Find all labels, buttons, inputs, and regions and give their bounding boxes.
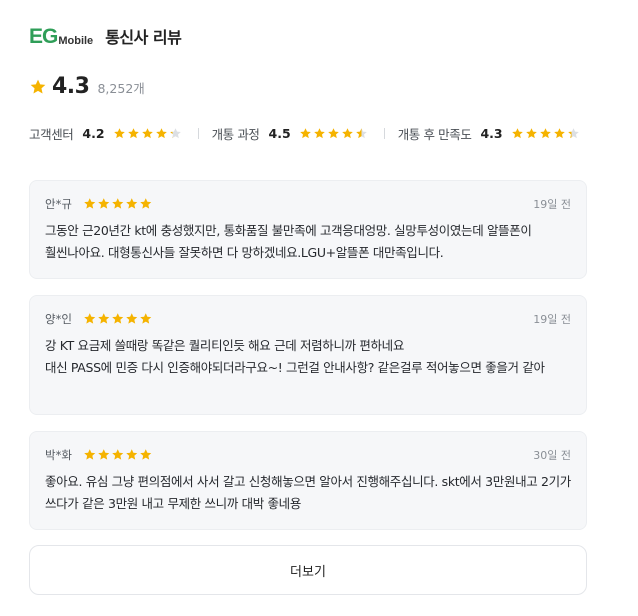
star-icon	[341, 127, 353, 138]
star-icon	[98, 313, 110, 324]
review-text: 강 KT 요금제 쓸때랑 똑같은 퀄리티인듯 해요 근데 저렴하니까 편하네요 …	[45, 338, 545, 375]
star-icon	[511, 127, 523, 138]
review-card: 박*화 30일 전 좋아요. 유심 그냥 편의점에서 사서 갈고 신청해놓으면 …	[29, 431, 587, 530]
logo-sub: Mobile	[58, 35, 94, 47]
rating-value: 4.3	[52, 74, 90, 99]
divider	[383, 127, 385, 139]
star-icon	[98, 449, 110, 460]
star-icon	[112, 313, 124, 324]
subratings: 고객센터 4.2 개통 과정 4.5 개통 후 만족도 4.3	[29, 124, 589, 142]
star-rating	[83, 197, 153, 211]
star-icon	[539, 127, 551, 138]
star-icon	[553, 127, 565, 138]
header: EG Mobile 통신사 리뷰	[29, 24, 182, 48]
star-rating	[299, 127, 369, 140]
brand-logo[interactable]: EG Mobile	[29, 25, 93, 47]
star-icon	[140, 198, 152, 209]
subrating-value: 4.2	[82, 125, 105, 141]
star-icon	[327, 127, 339, 138]
star-icon	[112, 198, 124, 209]
star-icon	[355, 127, 367, 138]
subrating-label: 고객센터	[29, 126, 74, 142]
review-card: 안*규 19일 전 그동안 근20년간 kt에 충성했지만, 통화품질 불만족에…	[29, 180, 587, 279]
subrating-label: 개통 과정	[211, 126, 260, 142]
star-icon	[98, 198, 110, 209]
star-icon	[84, 198, 96, 209]
star-icon	[567, 127, 579, 138]
review-text: 그동안 근20년간 kt에 충성했지만, 통화품질 불만족에 고객응대엉망. 실…	[45, 223, 532, 260]
star-icon	[126, 449, 138, 460]
star-icon	[313, 127, 325, 138]
review-card: 양*인 19일 전 강 KT 요금제 쓸때랑 똑같은 퀄리티인듯 해요 근데 저…	[29, 295, 587, 415]
star-icon	[126, 198, 138, 209]
star-icon	[141, 127, 153, 138]
divider	[197, 127, 199, 139]
subrating-label: 개통 후 만족도	[397, 126, 472, 142]
subrating-satisfaction: 개통 후 만족도 4.3	[398, 124, 581, 143]
star-icon	[140, 449, 152, 460]
star-icon	[127, 127, 139, 138]
review-date: 19일 전	[533, 313, 571, 326]
reviewer-name: 박*화	[45, 448, 72, 462]
star-rating	[83, 312, 153, 326]
star-icon	[169, 127, 181, 138]
reviewer-name: 안*규	[45, 197, 72, 211]
star-icon	[113, 127, 125, 138]
rating-count: 8,252개	[97, 81, 145, 96]
star-icon	[126, 313, 138, 324]
logo-mark: EG	[29, 25, 58, 48]
star-rating	[113, 127, 183, 140]
reviewer-name: 양*인	[45, 312, 72, 326]
star-icon	[140, 313, 152, 324]
star-icon	[84, 313, 96, 324]
review-text: 좋아요. 유심 그냥 편의점에서 사서 갈고 신청해놓으면 알아서 진행해주십니…	[45, 474, 571, 511]
star-icon	[299, 127, 311, 138]
subrating-value: 4.5	[268, 125, 291, 141]
star-rating	[511, 127, 581, 140]
subrating-value: 4.3	[480, 125, 503, 141]
more-button[interactable]: 더보기	[29, 545, 587, 595]
star-icon	[155, 127, 167, 138]
review-date: 19일 전	[533, 198, 571, 211]
star-icon	[30, 79, 46, 93]
star-icon	[112, 449, 124, 460]
subrating-activation: 개통 과정 4.5	[212, 124, 369, 143]
star-rating	[83, 448, 153, 462]
overall-rating: 4.3 8,252개	[29, 74, 145, 99]
star-icon	[525, 127, 537, 138]
review-date: 30일 전	[533, 449, 571, 462]
subrating-customer-center: 고객센터 4.2	[29, 124, 183, 143]
page-title: 통신사 리뷰	[105, 28, 182, 47]
star-icon	[84, 449, 96, 460]
